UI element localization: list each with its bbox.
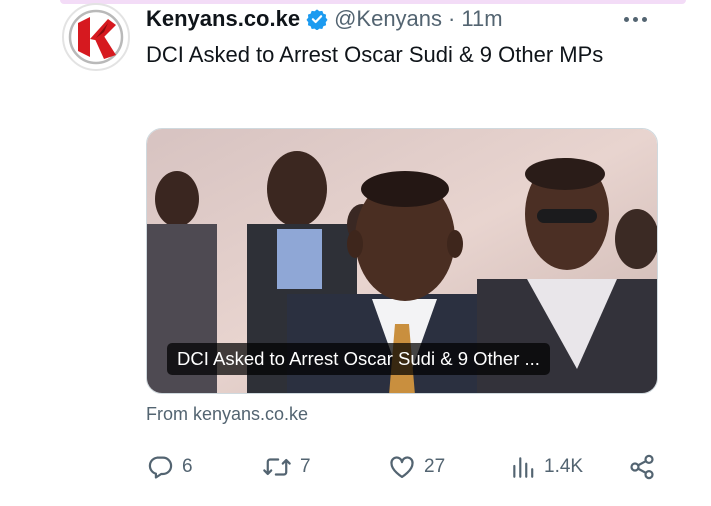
reply-count: 6 (182, 456, 193, 477)
reply-icon (148, 456, 173, 479)
timestamp[interactable]: 11m (461, 6, 502, 32)
more-dot-icon (642, 16, 647, 22)
views-count: 1.4K (544, 456, 584, 477)
action-bar: 6 7 27 1.4K (146, 450, 658, 484)
avatar[interactable] (62, 3, 130, 71)
more-options-button[interactable] (624, 10, 658, 28)
retweet-button[interactable]: 7 (262, 450, 311, 484)
retweet-icon (263, 458, 291, 476)
like-button[interactable]: 27 (388, 450, 445, 484)
card-source-link[interactable]: From kenyans.co.ke (146, 404, 308, 425)
views-icon (513, 457, 534, 478)
display-name[interactable]: Kenyans.co.ke (146, 6, 300, 32)
views-button[interactable]: 1.4K (510, 450, 583, 484)
verified-badge-icon (306, 9, 328, 30)
more-dot-icon (633, 16, 638, 22)
reply-button[interactable]: 6 (146, 450, 193, 484)
tweet-header: Kenyans.co.ke @Kenyans · 11m (146, 4, 503, 34)
retweet-count: 7 (300, 456, 311, 477)
share-button[interactable] (628, 450, 656, 484)
share-icon (630, 454, 654, 480)
card-caption: DCI Asked to Arrest Oscar Sudi & 9 Other… (167, 343, 550, 375)
handle[interactable]: @Kenyans (334, 6, 442, 32)
heart-icon (390, 456, 414, 479)
tweet-text: DCI Asked to Arrest Oscar Sudi & 9 Other… (146, 42, 604, 67)
kenyans-logo-icon (65, 6, 127, 68)
more-dot-icon (624, 16, 629, 22)
separator-dot: · (448, 6, 456, 31)
like-count: 27 (424, 456, 446, 477)
link-card[interactable]: DCI Asked to Arrest Oscar Sudi & 9 Other… (146, 128, 658, 394)
